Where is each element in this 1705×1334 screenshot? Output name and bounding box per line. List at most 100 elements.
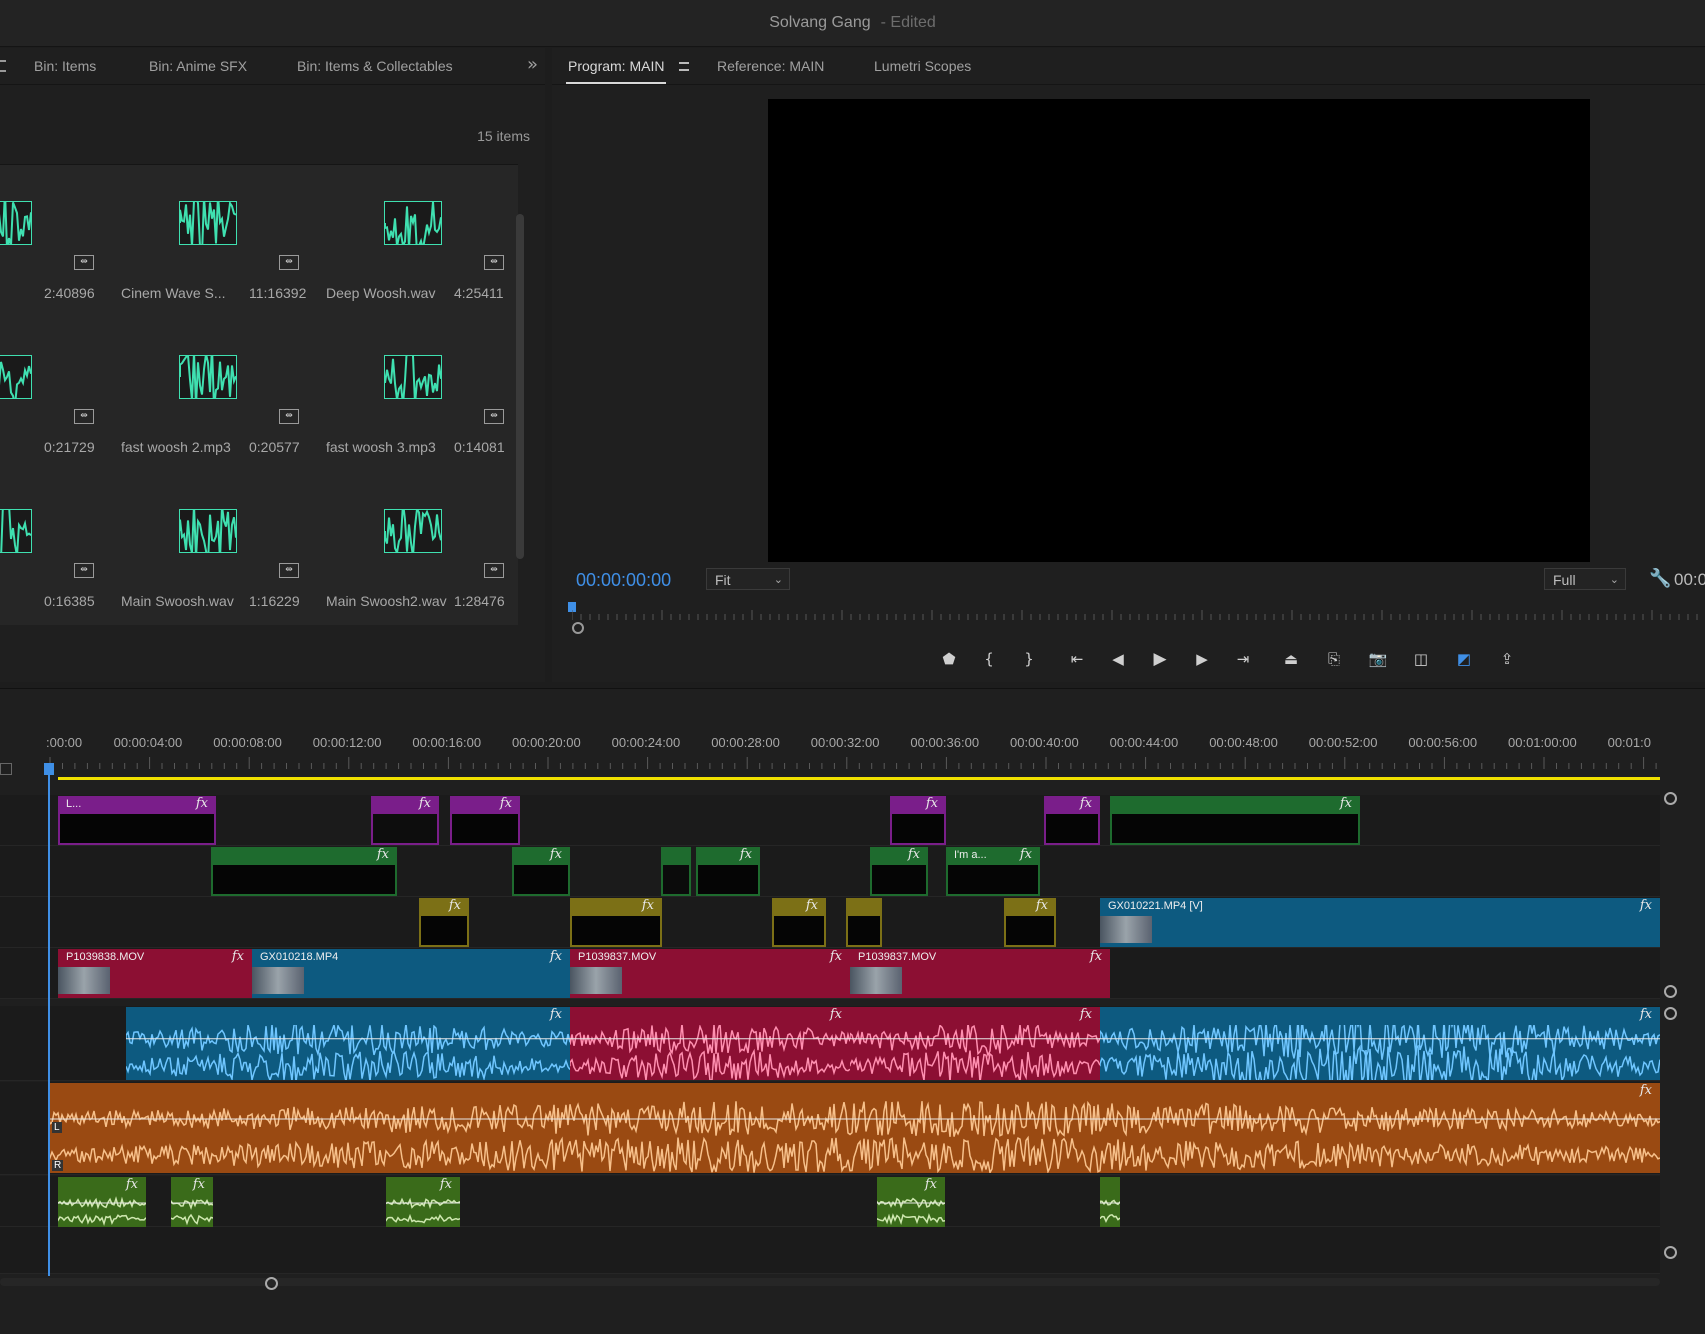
tab-bin-items[interactable]: Bin: Items — [34, 58, 96, 74]
fx-badge: fx — [549, 847, 562, 862]
timeline-clip[interactable]: fx GX010218.MP4 — [252, 949, 570, 998]
tab-program-main[interactable]: Program: MAIN — [565, 58, 667, 84]
timeline-clip[interactable] — [661, 847, 691, 896]
timeline-clip[interactable]: fx GX010221.MP4 [V] — [1100, 898, 1660, 947]
clip-name: I'm a... — [954, 849, 987, 861]
fx-badge: fx — [739, 847, 752, 862]
fx-badge: fx — [925, 796, 938, 811]
bin-item[interactable]: ⇹ fast woosh 2.mp3 0:20577 — [85, 319, 300, 469]
bin-item-name: Deep Woosh.wav — [326, 285, 436, 301]
bin-item[interactable]: ⇹osh....2:40896 — [0, 165, 95, 315]
snap-icon[interactable] — [0, 763, 12, 775]
zoom-select[interactable]: Fit ⌄ — [706, 568, 790, 590]
tab-reference-main[interactable]: Reference: MAIN — [717, 58, 824, 74]
timeline-clip[interactable]: fx — [890, 796, 946, 845]
timeline-clip[interactable]: fx — [1110, 796, 1360, 845]
timeline-clip[interactable]: fx — [870, 847, 928, 896]
video-scroll-top-handle[interactable] — [1664, 792, 1677, 805]
timeline-clip[interactable]: fx — [512, 847, 570, 896]
double-chevron-right-icon[interactable]: » — [527, 54, 538, 75]
fx-badge: fx — [192, 1177, 205, 1192]
track-lane[interactable] — [0, 795, 1660, 846]
bin-item-name: fast woosh 2.mp3 — [121, 439, 231, 455]
video-scroll-bottom-handle[interactable] — [1664, 985, 1677, 998]
timeline-playhead[interactable] — [48, 766, 50, 1276]
audio-waveform-icon — [384, 201, 442, 245]
audio-waveform — [171, 1199, 213, 1226]
bin-item[interactable]: ⇹ Main Swoosh.wav 1:16229 — [85, 473, 300, 623]
tab-lumetri-scopes[interactable]: Lumetri Scopes — [874, 58, 971, 74]
track-lane[interactable] — [0, 1176, 1660, 1227]
export-frame-icon[interactable]: 📷 — [1367, 648, 1389, 670]
go-to-out-icon[interactable]: ⇥ — [1232, 648, 1254, 670]
work-area-bar[interactable] — [58, 777, 1660, 780]
audio-waveform — [570, 1025, 850, 1080]
panel-menu-icon[interactable] — [0, 60, 6, 72]
tab-bin-anime-sfx[interactable]: Bin: Anime SFX — [149, 58, 247, 74]
share-icon[interactable]: ⇪ — [1496, 648, 1518, 670]
timeline-clip[interactable]: fx — [211, 847, 397, 896]
track-lane[interactable] — [0, 1227, 1660, 1274]
mark-in-icon[interactable]: { — [978, 648, 1000, 670]
monitor-time-ruler[interactable] — [572, 608, 1705, 622]
play-icon[interactable]: ▶ — [1149, 648, 1171, 670]
timeline-clip[interactable]: fx — [48, 1083, 1660, 1173]
timeline-clip[interactable]: fx P1039837.MOV — [570, 949, 850, 998]
timeline-clip[interactable]: fx — [58, 1177, 146, 1227]
video-preview[interactable] — [768, 99, 1590, 562]
timeline-clip[interactable]: fx — [450, 796, 520, 845]
hamburger-menu-icon[interactable] — [679, 62, 689, 71]
timeline-clip[interactable]: fx — [1044, 796, 1100, 845]
timeline-clip[interactable]: fx — [386, 1177, 460, 1227]
bin-item-name: Cinem Wave S... — [121, 285, 226, 301]
vr-toggle-icon[interactable]: ◩ — [1453, 648, 1475, 670]
bin-scrollbar[interactable] — [516, 214, 524, 559]
audio-waveform — [48, 1101, 1660, 1173]
timeline-clip[interactable]: fx P1039837.MOV — [850, 949, 1110, 998]
playhead-timecode[interactable]: 00:00:00:00 — [576, 570, 671, 591]
timeline-clip[interactable]: fx — [850, 1007, 1100, 1080]
timeline-clip[interactable]: fx — [171, 1177, 213, 1227]
timeline-clip[interactable] — [1100, 1177, 1120, 1227]
timeline-clip[interactable]: fx — [877, 1177, 945, 1227]
audio-scroll-top-handle[interactable] — [1664, 1007, 1677, 1020]
bin-item[interactable]: ⇹mp30:21729 — [0, 319, 95, 469]
audio-channel-label: R — [52, 1160, 64, 1171]
bin-item[interactable]: ⇹ fast woosh 3.mp3 0:14081 — [290, 319, 505, 469]
bin-item[interactable]: ⇹mp30:16385 — [0, 473, 95, 623]
timeline-clip[interactable]: fx — [570, 898, 662, 947]
clip-content — [892, 814, 944, 843]
audio-scroll-bottom-handle[interactable] — [1664, 1246, 1677, 1259]
timeline-clip[interactable]: fx — [419, 898, 469, 947]
bin-item[interactable]: ⇹ Cinem Wave S... 11:16392 — [85, 165, 306, 315]
timeline-clip[interactable] — [846, 898, 882, 947]
add-marker-icon[interactable]: ⬟ — [938, 648, 960, 670]
step-forward-icon[interactable]: ▶ — [1191, 648, 1213, 670]
timeline-clip[interactable]: fx — [1100, 1007, 1660, 1080]
tab-bin-items-collectables[interactable]: Bin: Items & Collectables — [297, 58, 453, 74]
timeline-clip[interactable]: fx I'm a... — [946, 847, 1040, 896]
timeline-clip[interactable]: fx — [696, 847, 760, 896]
timeline-clip[interactable]: fx — [570, 1007, 850, 1080]
go-to-in-icon[interactable]: ⇤ — [1066, 648, 1088, 670]
resolution-select[interactable]: Full ⌄ — [1544, 568, 1626, 590]
bin-item[interactable]: ⇹ Main Swoosh2.wav 1:28476 — [290, 473, 505, 623]
step-back-icon[interactable]: ◀ — [1107, 648, 1129, 670]
timeline-clip[interactable]: fx — [772, 898, 826, 947]
lift-icon[interactable]: ⏏ — [1280, 648, 1302, 670]
timeline-horizontal-scrollbar[interactable] — [0, 1278, 1660, 1286]
timeline-clip[interactable]: fx — [371, 796, 439, 845]
extract-icon[interactable]: ⎘ — [1323, 648, 1345, 670]
timeline-clip[interactable]: fx — [1004, 898, 1056, 947]
scroll-zoom-handle[interactable] — [265, 1277, 278, 1290]
mark-out-icon[interactable]: } — [1018, 648, 1040, 670]
compare-view-icon[interactable]: ◫ — [1410, 648, 1432, 670]
timeline-clip[interactable]: fx P1039838.MOV — [58, 949, 252, 998]
timeline-clip[interactable]: fx L... — [58, 796, 216, 845]
audio-waveform-icon — [384, 509, 442, 553]
timeline-clip[interactable]: fx — [126, 1007, 570, 1080]
wrench-icon[interactable]: 🔧 — [1649, 568, 1671, 589]
fx-badge: fx — [1089, 949, 1102, 964]
bin-item[interactable]: ⇹ Deep Woosh.wav 4:25411 — [290, 165, 504, 315]
zoom-handle[interactable] — [572, 622, 584, 634]
